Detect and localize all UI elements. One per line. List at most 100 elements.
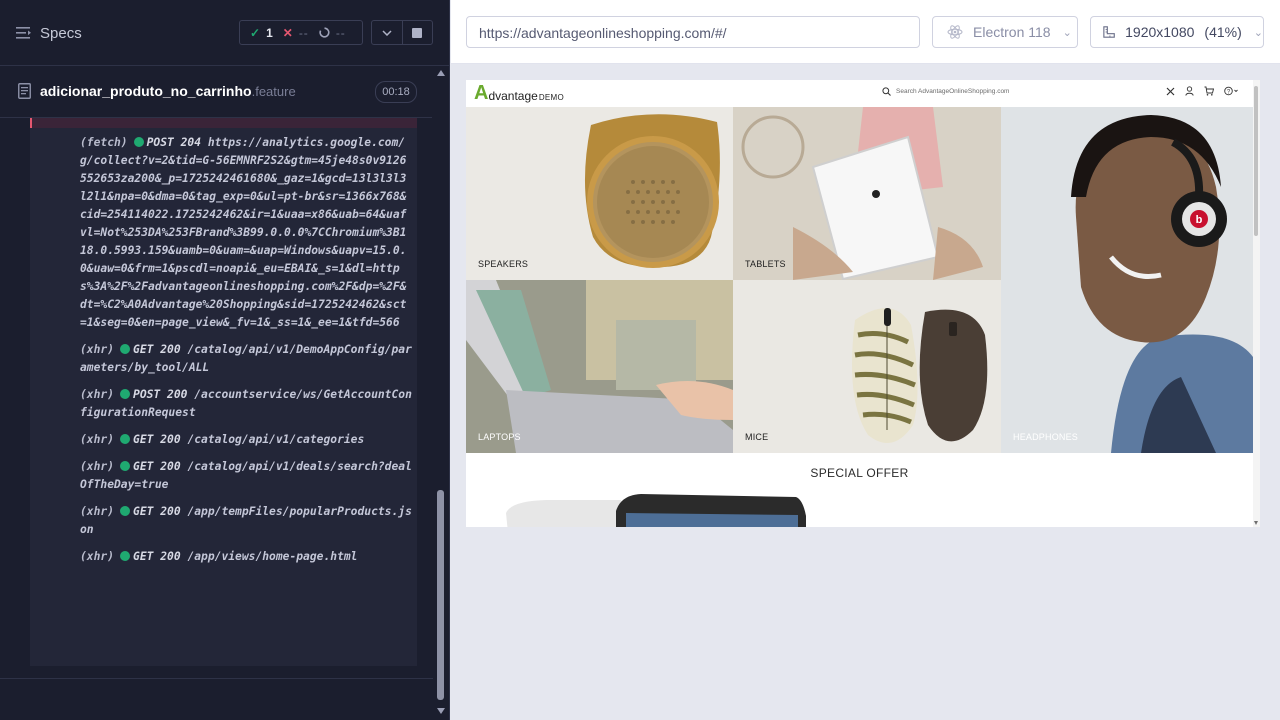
category-label-tablets: TABLETS	[745, 259, 786, 269]
spec-extension: .feature	[251, 84, 296, 99]
spec-name-text: adicionar_produto_no_carrinho	[40, 83, 252, 99]
chevron-down-icon: ⌄	[1062, 26, 1072, 39]
chevron-down-icon	[382, 29, 392, 36]
expand-button[interactable]	[372, 21, 402, 44]
request-method: GET 200	[133, 505, 181, 518]
passed-stat: ✓ 1	[240, 26, 273, 40]
reporter-panel: Specs ✓ 1 ✕ -- -- adicionar_produto_no_c…	[0, 0, 450, 720]
request-url: https://analytics.google.com/g/collect?v…	[80, 136, 407, 329]
command-log-entry[interactable]: (xhr) GET 200 /catalog/api/v1/categories	[80, 431, 412, 449]
special-offer-heading: SPECIAL OFFER	[810, 466, 909, 480]
command-log-entry[interactable]: (xhr) GET 200 /catalog/api/v1/deals/searc…	[80, 458, 412, 494]
viewport-info[interactable]: 1920x1080 (41%) ⌄	[1090, 16, 1264, 48]
command-log-entry[interactable]: (xhr) GET 200 /catalog/api/v1/DemoAppConf…	[80, 341, 412, 377]
status-dot-icon	[120, 506, 131, 516]
logo-text: dvantage	[488, 89, 538, 103]
status-dot-icon	[120, 434, 131, 444]
request-type: (xhr)	[80, 388, 115, 401]
spec-header[interactable]: adicionar_produto_no_carrinho.feature 00…	[0, 66, 432, 118]
viewport-zoom: (41%)	[1204, 24, 1242, 40]
user-icon[interactable]	[1185, 86, 1194, 96]
scroll-down-icon[interactable]	[437, 708, 445, 714]
request-method: GET 200	[133, 433, 181, 446]
specs-label: Specs	[40, 24, 82, 42]
scroll-down-icon[interactable]	[1254, 521, 1258, 525]
ruler-icon	[1103, 26, 1115, 38]
spec-duration: 00:18	[375, 81, 417, 103]
close-icon[interactable]	[1166, 87, 1175, 96]
headphones-image: b	[1001, 107, 1253, 453]
command-log-entry[interactable]: (xhr) GET 200 /app/views/home-page.html	[80, 548, 412, 566]
svg-text:b: b	[1196, 214, 1203, 226]
status-dot-icon	[133, 137, 144, 147]
request-type: (xhr)	[80, 343, 115, 356]
command-log-entry[interactable]: (xhr) GET 200 /app/tempFiles/popularProdu…	[80, 503, 412, 539]
scroll-up-icon[interactable]	[437, 70, 445, 76]
help-icon[interactable]: ?	[1224, 86, 1239, 96]
failed-command-highlight	[30, 118, 417, 128]
run-controls	[371, 20, 433, 45]
logo-letter: A	[474, 82, 489, 104]
site-header-icons: ?	[1166, 86, 1239, 96]
scrollbar-thumb[interactable]	[437, 490, 444, 700]
request-method: POST 204	[146, 136, 202, 149]
category-label-speakers: SPEAKERS	[478, 259, 529, 269]
site-search[interactable]: Search AdvantageOnlineShopping.com	[882, 87, 1009, 96]
category-headphones[interactable]: b HEADPHONES	[1001, 107, 1253, 453]
category-laptops[interactable]: LAPTOPS	[466, 280, 733, 453]
passed-count: 1	[266, 25, 273, 40]
tablet-image	[733, 107, 1001, 280]
site-header: A dvantage DEMO Search AdvantageOnlineSh…	[466, 80, 1253, 107]
test-stats: ✓ 1 ✕ -- --	[239, 20, 363, 45]
request-type: (xhr)	[80, 505, 115, 518]
status-dot-icon	[120, 389, 131, 399]
failed-stat: ✕ --	[273, 26, 309, 40]
divider	[0, 678, 433, 679]
app-under-test-frame: A dvantage DEMO Search AdvantageOnlineSh…	[466, 80, 1260, 527]
special-offer-image[interactable]	[506, 493, 806, 527]
category-mice[interactable]: MICE	[733, 280, 1001, 453]
status-dot-icon	[120, 551, 131, 561]
category-speakers[interactable]: SPEAKERS	[466, 107, 733, 280]
request-type: (xhr)	[80, 460, 115, 473]
spinner-icon	[319, 27, 330, 38]
command-log-entry[interactable]: (fetch) POST 204 https://analytics.google…	[80, 134, 412, 332]
list-icon	[16, 27, 31, 39]
browser-label: Electron 118	[973, 24, 1051, 40]
request-url: /app/views/home-page.html	[187, 550, 358, 563]
site-logo[interactable]: A dvantage DEMO	[474, 83, 564, 103]
command-log-entry[interactable]: (xhr) POST 200 /accountservice/ws/GetAcco…	[80, 386, 412, 422]
stop-button[interactable]	[401, 21, 432, 44]
aut-header: https://advantageonlineshopping.com/#/ E…	[451, 0, 1280, 64]
category-label-mice: MICE	[745, 432, 769, 442]
app-scrollbar-thumb[interactable]	[1254, 86, 1258, 236]
request-type: (xhr)	[80, 433, 115, 446]
url-field[interactable]: https://advantageonlineshopping.com/#/	[466, 16, 920, 48]
request-method: GET 200	[133, 460, 181, 473]
chevron-down-icon: ⌄	[1253, 26, 1263, 39]
status-dot-icon	[120, 344, 131, 354]
specs-nav-button[interactable]: Specs	[16, 22, 82, 44]
mouse-image	[733, 280, 1001, 453]
request-type: (xhr)	[80, 550, 115, 563]
pending-count: --	[335, 25, 346, 40]
browser-selector[interactable]: Electron 118 ⌄	[932, 16, 1078, 48]
check-icon: ✓	[250, 25, 261, 40]
search-placeholder: Search AdvantageOnlineShopping.com	[896, 88, 1010, 95]
logo-demo-text: DEMO	[538, 93, 565, 102]
request-method: GET 200	[133, 550, 181, 563]
log-list: (fetch) POST 204 https://analytics.google…	[80, 134, 412, 575]
request-method: GET 200	[133, 343, 181, 356]
app-scrollbar[interactable]	[1253, 80, 1260, 527]
status-dot-icon	[120, 461, 131, 471]
request-url: /catalog/api/v1/categories	[187, 433, 365, 446]
electron-icon	[947, 25, 963, 39]
request-type: (fetch)	[80, 136, 128, 149]
cart-icon[interactable]	[1204, 86, 1214, 96]
viewport-size: 1920x1080	[1125, 24, 1195, 40]
category-tablets[interactable]: TABLETS	[733, 107, 1001, 280]
pending-stat: --	[309, 26, 346, 40]
reporter-scrollbar[interactable]	[433, 66, 448, 720]
failed-count: --	[298, 25, 309, 40]
spec-file-name: adicionar_produto_no_carrinho.feature	[40, 83, 296, 99]
